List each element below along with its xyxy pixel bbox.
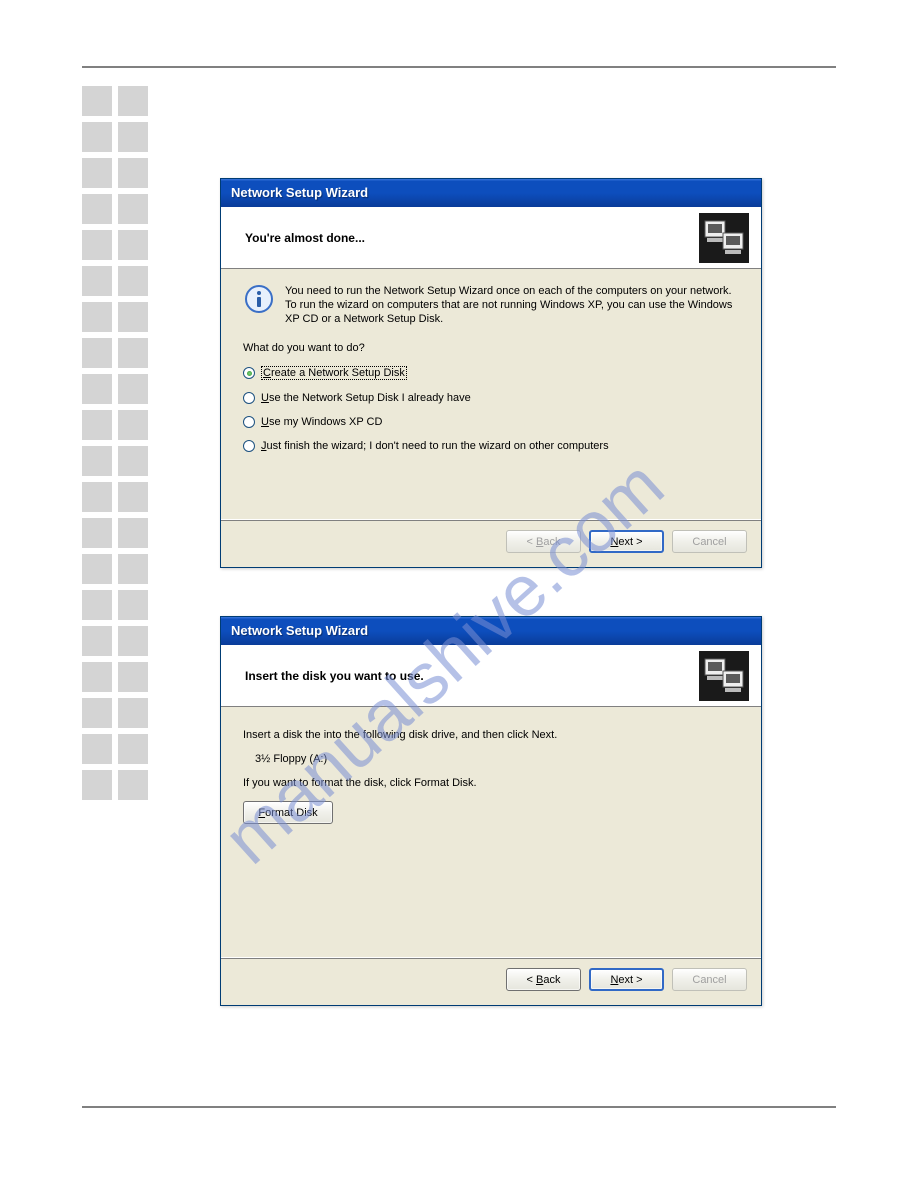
decorative-sidebar xyxy=(82,86,152,806)
dialog-title: Network Setup Wizard xyxy=(231,185,368,200)
deco-block xyxy=(82,554,112,584)
radio-label: Use the Network Setup Disk I already hav… xyxy=(261,392,471,404)
page-top-rule xyxy=(82,66,836,68)
radio-label: Use my Windows XP CD xyxy=(261,416,382,428)
info-icon xyxy=(243,283,275,315)
cancel-button: Cancel xyxy=(672,530,747,553)
page-bottom-rule xyxy=(82,1106,836,1108)
deco-block xyxy=(82,770,112,800)
titlebar: Network Setup Wizard xyxy=(221,179,761,207)
deco-block xyxy=(118,518,148,548)
back-button: < Back xyxy=(506,530,581,553)
deco-block xyxy=(118,194,148,224)
deco-block xyxy=(82,698,112,728)
deco-block xyxy=(118,86,148,116)
radio-use-existing-disk[interactable]: Use the Network Setup Disk I already hav… xyxy=(243,392,739,404)
deco-block xyxy=(118,446,148,476)
radio-icon xyxy=(243,367,255,379)
deco-block xyxy=(118,410,148,440)
titlebar: Network Setup Wizard xyxy=(221,617,761,645)
deco-block xyxy=(118,662,148,692)
wizard-dialog-2: Network Setup Wizard Insert the disk you… xyxy=(220,616,762,1006)
wizard-dialog-1: Network Setup Wizard You're almost done.… xyxy=(220,178,762,568)
radio-create-disk[interactable]: Create a Network Setup Disk xyxy=(243,366,739,380)
network-computers-icon xyxy=(699,213,749,263)
dialog-header: Insert the disk you want to use. xyxy=(221,645,761,707)
deco-block xyxy=(118,734,148,764)
info-text: You need to run the Network Setup Wizard… xyxy=(285,283,739,326)
dialog-body: You need to run the Network Setup Wizard… xyxy=(221,269,761,519)
radio-just-finish[interactable]: Just finish the wizard; I don't need to … xyxy=(243,440,739,452)
deco-block xyxy=(82,626,112,656)
deco-block xyxy=(118,770,148,800)
deco-block xyxy=(118,554,148,584)
format-disk-button[interactable]: Format Disk xyxy=(243,801,333,824)
next-button[interactable]: Next > xyxy=(589,968,664,991)
deco-block xyxy=(82,446,112,476)
deco-block xyxy=(118,626,148,656)
deco-block xyxy=(118,374,148,404)
deco-block xyxy=(82,374,112,404)
dialog-body: Insert a disk the into the following dis… xyxy=(221,707,761,957)
back-button[interactable]: < Back xyxy=(506,968,581,991)
radio-icon xyxy=(243,392,255,404)
deco-block xyxy=(82,410,112,440)
network-computers-icon xyxy=(699,651,749,701)
deco-block xyxy=(82,518,112,548)
radio-label: Just finish the wizard; I don't need to … xyxy=(261,440,609,452)
header-title: You're almost done... xyxy=(245,231,365,245)
deco-block xyxy=(82,194,112,224)
deco-block xyxy=(118,698,148,728)
radio-use-cd[interactable]: Use my Windows XP CD xyxy=(243,416,739,428)
next-button[interactable]: Next > xyxy=(589,530,664,553)
header-title: Insert the disk you want to use. xyxy=(245,669,424,683)
deco-block xyxy=(118,266,148,296)
deco-block xyxy=(82,122,112,152)
deco-block xyxy=(118,482,148,512)
deco-block xyxy=(82,86,112,116)
dialog-title: Network Setup Wizard xyxy=(231,623,368,638)
prompt-text: What do you want to do? xyxy=(243,342,739,354)
radio-label: Create a Network Setup Disk xyxy=(261,366,407,380)
deco-block xyxy=(118,122,148,152)
deco-block xyxy=(82,662,112,692)
dialog-header: You're almost done... xyxy=(221,207,761,269)
deco-block xyxy=(118,230,148,260)
deco-block xyxy=(118,158,148,188)
instruction-line-1: Insert a disk the into the following dis… xyxy=(243,729,739,741)
drive-label: 3½ Floppy (A:) xyxy=(255,753,739,765)
deco-block xyxy=(82,266,112,296)
instruction-line-2: If you want to format the disk, click Fo… xyxy=(243,777,739,789)
deco-block xyxy=(82,302,112,332)
radio-icon xyxy=(243,416,255,428)
button-row: < Back Next > Cancel xyxy=(221,957,761,1005)
deco-block xyxy=(82,482,112,512)
deco-block xyxy=(82,158,112,188)
deco-block xyxy=(118,302,148,332)
cancel-button: Cancel xyxy=(672,968,747,991)
deco-block xyxy=(118,338,148,368)
deco-block xyxy=(118,590,148,620)
deco-block xyxy=(82,230,112,260)
button-row: < Back Next > Cancel xyxy=(221,519,761,567)
radio-icon xyxy=(243,440,255,452)
deco-block xyxy=(82,590,112,620)
deco-block xyxy=(82,338,112,368)
deco-block xyxy=(82,734,112,764)
